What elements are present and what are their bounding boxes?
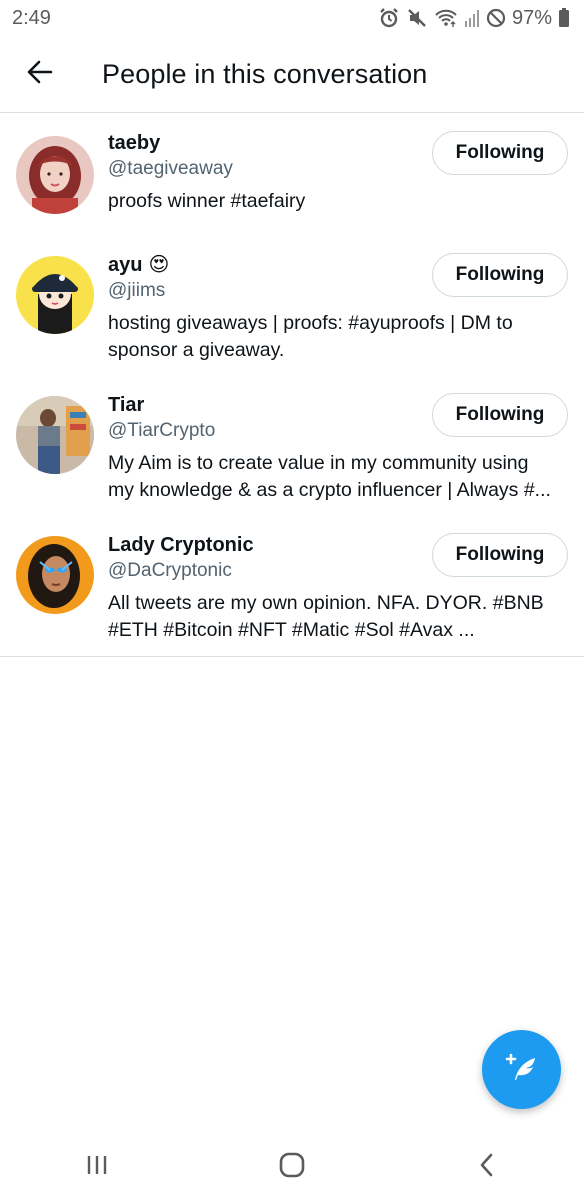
avatar[interactable]: [16, 536, 94, 614]
person-row-lady-cryptonic[interactable]: Lady Cryptonic @DaCryptonic All tweets a…: [0, 516, 584, 646]
home-icon: [278, 1151, 306, 1184]
compose-tweet-button[interactable]: [482, 1030, 561, 1109]
following-button[interactable]: Following: [432, 393, 568, 437]
do-not-disturb-icon: [486, 8, 506, 28]
battery-percent: 97%: [511, 6, 552, 29]
alarm-icon: [378, 7, 400, 29]
avatar[interactable]: [16, 256, 94, 334]
people-list: taeby @taegiveaway proofs winner #taefai…: [0, 114, 584, 657]
following-button[interactable]: Following: [432, 131, 568, 175]
display-name: Lady Cryptonic: [108, 533, 254, 556]
back-nav-button[interactable]: [447, 1142, 527, 1192]
avatar[interactable]: [16, 136, 94, 214]
bio: proofs winner #taefairy: [108, 190, 306, 212]
following-button[interactable]: Following: [432, 533, 568, 577]
battery-icon: [558, 8, 570, 28]
avatar[interactable]: [16, 396, 94, 474]
wifi-icon: [434, 7, 458, 29]
screen: 2:49 97% People in this conversation tae…: [0, 0, 584, 1200]
back-button[interactable]: [12, 46, 68, 102]
following-button[interactable]: Following: [432, 253, 568, 297]
compose-tweet-icon: [502, 1047, 542, 1092]
app-header: People in this conversation: [0, 36, 584, 113]
person-row-tiar[interactable]: Tiar @TiarCrypto My Aim is to create val…: [0, 376, 584, 516]
bio: hosting giveaways | proofs: #ayuproofs |…: [108, 312, 513, 361]
person-row-ayu[interactable]: ayu 😍 @jiims hosting giveaways | proofs:…: [0, 236, 584, 376]
navigation-bar: [0, 1134, 584, 1200]
bio: My Aim is to create value in my communit…: [108, 452, 551, 501]
display-name: ayu: [108, 253, 143, 276]
back-icon: [477, 1152, 497, 1183]
recent-apps-button[interactable]: [57, 1142, 137, 1192]
status-bar: 2:49 97%: [0, 0, 584, 36]
recent-apps-icon: [84, 1153, 110, 1182]
home-button[interactable]: [252, 1142, 332, 1192]
heart-eyes-emoji: 😍: [148, 254, 170, 276]
display-name: taeby: [108, 131, 161, 154]
mute-icon: [406, 7, 428, 29]
arrow-left-icon: [26, 58, 54, 91]
person-row-taeby[interactable]: taeby @taegiveaway proofs winner #taefai…: [0, 114, 584, 236]
signal-icon: [464, 8, 480, 28]
page-title: People in this conversation: [102, 58, 428, 89]
status-time: 2:49: [12, 6, 51, 29]
status-icons: 97%: [378, 7, 570, 30]
bio: All tweets are my own opinion. NFA. DYOR…: [108, 592, 544, 641]
display-name: Tiar: [108, 393, 145, 416]
